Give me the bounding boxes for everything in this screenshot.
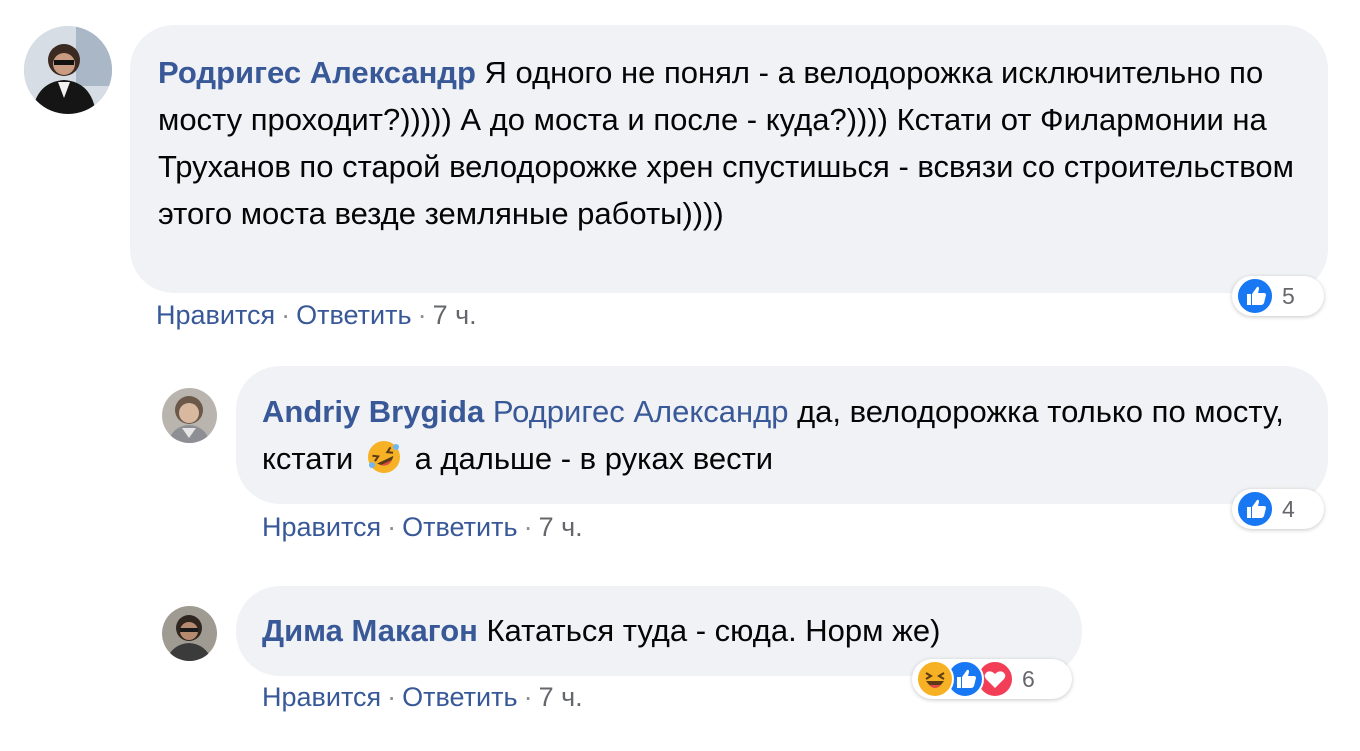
comment-time[interactable]: 7 ч. — [539, 682, 583, 712]
avatar[interactable] — [162, 606, 217, 661]
comment-author[interactable]: Родригес Александр — [158, 55, 476, 90]
separator-dot: · — [523, 682, 533, 712]
comment-bubble: Родригес Александр Я одного не понял - а… — [130, 25, 1328, 293]
reply-link[interactable]: Ответить — [402, 512, 517, 542]
reaction-count: 4 — [1282, 495, 1295, 522]
reply-link[interactable]: Ответить — [296, 300, 411, 330]
comment-time[interactable]: 7 ч. — [539, 512, 583, 542]
avatar[interactable] — [162, 388, 217, 443]
comment-author[interactable]: Дима Макагон — [262, 613, 478, 648]
rolling-laughing-emoji-icon — [367, 441, 400, 473]
comments-thread: Родригес Александр Я одного не понял - а… — [0, 0, 1360, 751]
like-link[interactable]: Нравится — [262, 512, 381, 542]
avatar-photo-icon — [24, 26, 112, 114]
like-link[interactable]: Нравится — [156, 300, 275, 330]
reaction-summary[interactable]: 6 — [912, 659, 1072, 699]
avatar-photo-icon — [162, 606, 217, 661]
haha-icon — [916, 660, 954, 698]
comment-actions: Нравится · Ответить · 7 ч. — [262, 682, 583, 713]
comment-actions: Нравится · Ответить · 7 ч. — [262, 512, 583, 543]
comment-author[interactable]: Andriy Brygida — [262, 394, 484, 429]
comment-bubble: Andriy Brygida Родригес Александр да, ве… — [236, 366, 1328, 504]
separator-dot: · — [387, 682, 397, 712]
comment-actions: Нравится · Ответить · 7 ч. — [156, 300, 477, 331]
avatar-photo-icon — [162, 388, 217, 443]
comment-text: а дальше - в руках вести — [405, 441, 774, 476]
like-icon — [1236, 277, 1274, 315]
reaction-count: 6 — [1022, 665, 1035, 692]
reaction-summary[interactable]: 4 — [1232, 489, 1324, 529]
reply-link[interactable]: Ответить — [402, 682, 517, 712]
reaction-summary[interactable]: 5 — [1232, 276, 1324, 316]
reaction-count: 5 — [1282, 282, 1295, 309]
like-icon — [1236, 490, 1274, 528]
separator-dot: · — [523, 512, 533, 542]
like-link[interactable]: Нравится — [262, 682, 381, 712]
mention-link[interactable]: Родригес Александр — [493, 394, 789, 429]
separator-dot: · — [281, 300, 291, 330]
separator-dot: · — [387, 512, 397, 542]
comment-time[interactable]: 7 ч. — [433, 300, 477, 330]
comment-text: Кататься туда - сюда. Норм же) — [477, 613, 941, 648]
avatar[interactable] — [24, 26, 112, 114]
separator-dot: · — [417, 300, 427, 330]
